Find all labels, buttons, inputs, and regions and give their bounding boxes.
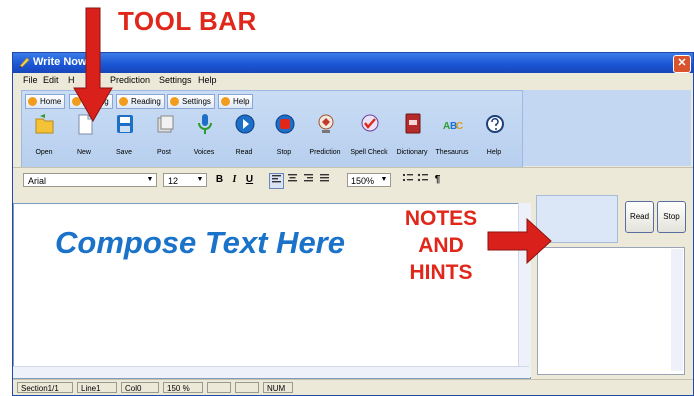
notes-label-line: NOTES: [404, 207, 478, 230]
notes-label-line: AND: [418, 234, 464, 257]
notes-arrow: [487, 217, 552, 265]
toolbar-arrow: [73, 7, 113, 123]
notes-hints-annotation: NOTES AND HINTS: [386, 205, 496, 286]
annotation-arrows: [73, 7, 552, 265]
notes-label-line: HINTS: [409, 261, 473, 284]
